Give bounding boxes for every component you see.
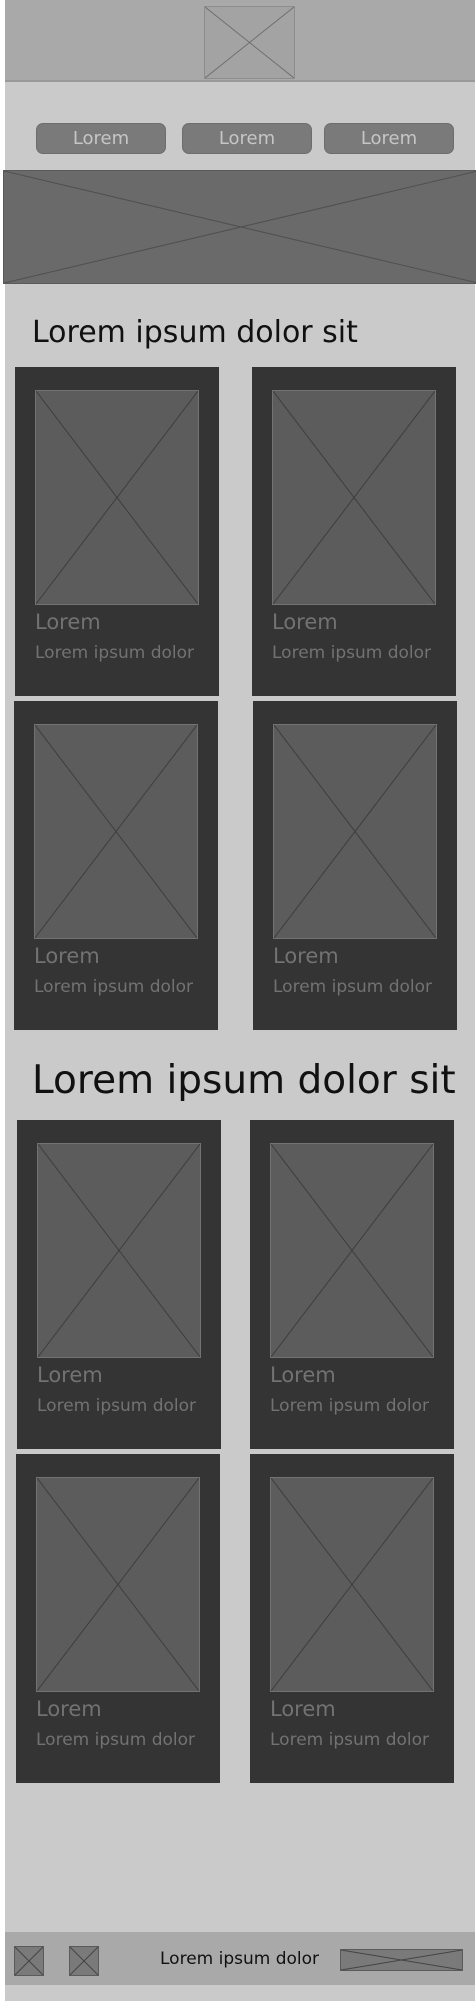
- card-title: Lorem: [36, 1697, 102, 1721]
- card-image-placeholder-icon: [272, 390, 436, 605]
- card-subtitle: Lorem ipsum dolor: [270, 1396, 430, 1416]
- card-subtitle: Lorem ipsum dolor: [270, 1730, 430, 1750]
- card-subtitle: Lorem ipsum dolor: [34, 977, 194, 997]
- card-subtitle: Lorem ipsum dolor: [37, 1396, 197, 1416]
- card-image-placeholder-icon: [270, 1477, 434, 1692]
- nav-button-1[interactable]: Lorem: [36, 123, 166, 154]
- card-title: Lorem: [34, 944, 100, 968]
- card-subtitle: Lorem ipsum dolor: [272, 643, 432, 663]
- product-card[interactable]: Lorem Lorem ipsum dolor: [14, 701, 218, 1030]
- card-title: Lorem: [270, 1363, 336, 1387]
- product-card[interactable]: Lorem Lorem ipsum dolor: [250, 1454, 454, 1783]
- section-title: Lorem ipsum dolor sit: [32, 315, 358, 350]
- product-card[interactable]: Lorem Lorem ipsum dolor: [16, 1454, 220, 1783]
- product-card[interactable]: Lorem Lorem ipsum dolor: [252, 367, 456, 696]
- card-subtitle: Lorem ipsum dolor: [36, 1730, 196, 1750]
- card-subtitle: Lorem ipsum dolor: [273, 977, 433, 997]
- card-title: Lorem: [272, 610, 338, 634]
- section-title: Lorem ipsum dolor sit: [32, 1058, 456, 1103]
- card-image-placeholder-icon: [37, 1143, 201, 1358]
- hero-banner-placeholder-icon[interactable]: [3, 170, 476, 284]
- product-card[interactable]: Lorem Lorem ipsum dolor: [15, 367, 219, 696]
- product-card[interactable]: Lorem Lorem ipsum dolor: [250, 1120, 454, 1449]
- product-card[interactable]: Lorem Lorem ipsum dolor: [17, 1120, 221, 1449]
- footer-text: Lorem ipsum dolor: [160, 1949, 320, 1969]
- footer-placeholder-icon[interactable]: [69, 1946, 99, 1976]
- page-frame: Lorem Lorem Lorem Lorem ipsum dolor sit …: [3, 0, 476, 2001]
- card-image-placeholder-icon: [34, 724, 198, 939]
- card-title: Lorem: [35, 610, 101, 634]
- card-title: Lorem: [273, 944, 339, 968]
- logo-placeholder-icon[interactable]: [204, 6, 295, 79]
- footer-bar-placeholder-icon[interactable]: [340, 1949, 463, 1971]
- header: [5, 0, 475, 82]
- product-card[interactable]: Lorem Lorem ipsum dolor: [253, 701, 457, 1030]
- footer-placeholder-icon[interactable]: [14, 1946, 44, 1976]
- card-title: Lorem: [37, 1363, 103, 1387]
- nav-button-3[interactable]: Lorem: [324, 123, 454, 154]
- card-image-placeholder-icon: [36, 1477, 200, 1692]
- footer: Lorem ipsum dolor: [5, 1932, 475, 1985]
- card-title: Lorem: [270, 1697, 336, 1721]
- card-image-placeholder-icon: [270, 1143, 434, 1358]
- card-subtitle: Lorem ipsum dolor: [35, 643, 195, 663]
- card-image-placeholder-icon: [35, 390, 199, 605]
- card-image-placeholder-icon: [273, 724, 437, 939]
- nav-button-2[interactable]: Lorem: [182, 123, 312, 154]
